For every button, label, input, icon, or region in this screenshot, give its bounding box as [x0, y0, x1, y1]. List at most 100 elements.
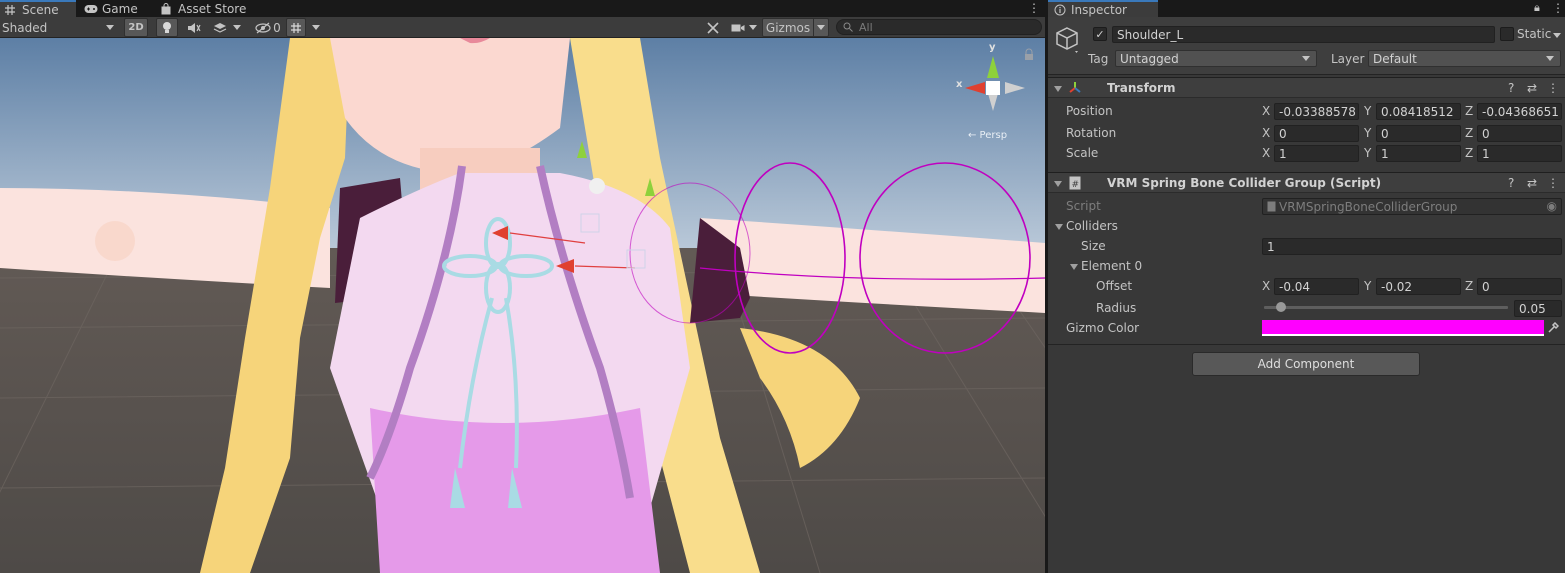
tab-inspector[interactable]: Inspector — [1048, 0, 1158, 17]
colliders-foldout-icon[interactable] — [1055, 224, 1063, 230]
scene-search-input[interactable]: All — [836, 19, 1042, 35]
scale-y-axis[interactable]: Y — [1364, 146, 1371, 160]
script-label: Script — [1066, 199, 1101, 213]
layer-dropdown[interactable]: Default — [1368, 50, 1561, 67]
position-y-axis[interactable]: Y — [1364, 104, 1371, 118]
offset-y-axis[interactable]: Y — [1364, 279, 1371, 293]
transform-header[interactable]: Transform ? ⇄ ⋮ — [1048, 77, 1565, 98]
rotation-y-axis[interactable]: Y — [1364, 126, 1371, 140]
object-header: ✓ Shoulder_L Static Tag Untagged Layer D… — [1048, 17, 1565, 75]
scene-search-placeholder: All — [859, 20, 873, 34]
script-file-icon: # — [1069, 176, 1081, 190]
speaker-muted-icon — [188, 22, 201, 33]
script-value: VRMSpringBoneColliderGroup — [1279, 199, 1458, 214]
scene-more-menu-icon[interactable]: ⋮ — [1028, 1, 1040, 15]
tab-scene[interactable]: Scene — [0, 0, 76, 17]
position-label: Position — [1066, 104, 1113, 118]
tag-dropdown[interactable]: Untagged — [1115, 50, 1317, 67]
foldout-arrow-icon[interactable] — [1054, 86, 1062, 92]
grid-options-dropdown[interactable] — [308, 18, 324, 37]
scale-y-field[interactable]: 1 — [1376, 145, 1461, 162]
preset-settings-icon[interactable]: ⇄ — [1527, 176, 1537, 190]
inspector-panel: Inspector 🔒︎ ⋮ ✓ Shoulder_L Static Tag U… — [1048, 0, 1565, 573]
toggle-2d-button[interactable]: 2D — [124, 18, 148, 37]
radius-label: Radius — [1096, 301, 1137, 315]
gizmos-dropdown[interactable] — [813, 18, 829, 37]
object-picker-icon[interactable]: ◉ — [1547, 199, 1557, 213]
chevron-down-icon — [312, 25, 320, 30]
camera-icon — [731, 24, 745, 31]
gizmo-color-swatch[interactable] — [1262, 320, 1544, 336]
static-dropdown-icon[interactable] — [1553, 33, 1561, 38]
radius-slider-track[interactable] — [1264, 302, 1508, 312]
shading-mode-label: Shaded — [2, 20, 48, 35]
inspector-more-menu-icon[interactable]: ⋮ — [1552, 1, 1564, 15]
tools-button[interactable] — [702, 18, 724, 37]
position-z-axis[interactable]: Z — [1465, 104, 1473, 118]
offset-x-axis[interactable]: X — [1262, 279, 1270, 293]
add-component-button[interactable]: Add Component — [1192, 352, 1420, 376]
rotation-y-field[interactable]: 0 — [1376, 125, 1461, 142]
camera-settings-dropdown[interactable] — [728, 18, 760, 37]
tag-value: Untagged — [1120, 51, 1179, 66]
scene-viewport[interactable]: y x ← Persp — [0, 38, 1045, 573]
foldout-arrow-icon[interactable] — [1054, 181, 1062, 187]
object-name-field[interactable]: Shoulder_L — [1112, 26, 1495, 43]
audio-toggle-button[interactable] — [182, 18, 206, 37]
lighting-toggle-button[interactable] — [156, 18, 178, 37]
persp-label[interactable]: ← Persp — [968, 130, 1007, 141]
position-y-field[interactable]: 0.08418512 — [1376, 103, 1461, 120]
radius-slider-thumb[interactable] — [1275, 302, 1286, 312]
rotation-z-axis[interactable]: Z — [1465, 126, 1473, 140]
eye-hidden-icon — [255, 22, 271, 33]
component-menu-icon[interactable]: ⋮ — [1547, 81, 1559, 95]
scale-x-field[interactable]: 1 — [1274, 145, 1359, 162]
scene-render — [0, 38, 1045, 573]
offset-x-field[interactable]: -0.04 — [1274, 278, 1359, 295]
size-field[interactable]: 1 — [1262, 238, 1562, 255]
transform-title: Transform — [1107, 81, 1176, 95]
add-component-label: Add Component — [1257, 357, 1355, 371]
offset-y-field[interactable]: -0.02 — [1376, 278, 1461, 295]
shading-mode-dropdown[interactable]: Shaded — [0, 18, 118, 37]
inspector-lock-icon[interactable]: 🔒︎ — [1534, 1, 1540, 15]
help-icon[interactable]: ? — [1508, 176, 1514, 190]
grid-toggle-button[interactable] — [286, 18, 306, 37]
script-object-field[interactable]: VRMSpringBoneColliderGroup ◉ — [1262, 198, 1562, 215]
gameobject-cube-icon — [1056, 27, 1078, 53]
position-x-axis[interactable]: X — [1262, 104, 1270, 118]
position-z-field[interactable]: -0.04368651 — [1477, 103, 1562, 120]
gizmos-button[interactable]: Gizmos — [762, 18, 814, 37]
preset-settings-icon[interactable]: ⇄ — [1527, 81, 1537, 95]
rotation-x-axis[interactable]: X — [1262, 126, 1270, 140]
static-checkbox[interactable] — [1500, 27, 1514, 41]
collider-group-header[interactable]: # VRM Spring Bone Collider Group (Script… — [1048, 172, 1565, 193]
chevron-down-icon — [233, 25, 241, 30]
help-icon[interactable]: ? — [1508, 81, 1514, 95]
scale-label: Scale — [1066, 146, 1099, 160]
rotation-z-field[interactable]: 0 — [1477, 125, 1562, 142]
scale-x-axis[interactable]: X — [1262, 146, 1270, 160]
tab-inspector-label: Inspector — [1071, 2, 1127, 17]
grid-icon — [291, 22, 301, 33]
tab-asset-store-label: Asset Store — [178, 1, 247, 16]
hidden-objects-toggle[interactable]: 0 — [252, 18, 284, 37]
offset-z-axis[interactable]: Z — [1465, 279, 1473, 293]
component-menu-icon[interactable]: ⋮ — [1547, 176, 1559, 190]
active-checkbox[interactable]: ✓ — [1093, 27, 1107, 41]
element-foldout-icon[interactable] — [1070, 264, 1078, 270]
tab-game[interactable]: Game — [80, 0, 154, 17]
axis-y-label: y — [989, 42, 996, 53]
scale-z-field[interactable]: 1 — [1477, 145, 1562, 162]
rotation-x-field[interactable]: 0 — [1274, 125, 1359, 142]
element-label[interactable]: Element 0 — [1081, 259, 1142, 273]
position-x-field[interactable]: -0.03388578 — [1274, 103, 1359, 120]
offset-z-field[interactable]: 0 — [1477, 278, 1562, 295]
effects-dropdown[interactable] — [208, 18, 246, 37]
eyedropper-icon[interactable] — [1547, 322, 1559, 334]
size-label: Size — [1081, 239, 1106, 253]
radius-field[interactable]: 0.05 — [1514, 300, 1562, 317]
colliders-label[interactable]: Colliders — [1066, 219, 1118, 233]
scale-z-axis[interactable]: Z — [1465, 146, 1473, 160]
tab-asset-store[interactable]: Asset Store — [156, 0, 256, 17]
